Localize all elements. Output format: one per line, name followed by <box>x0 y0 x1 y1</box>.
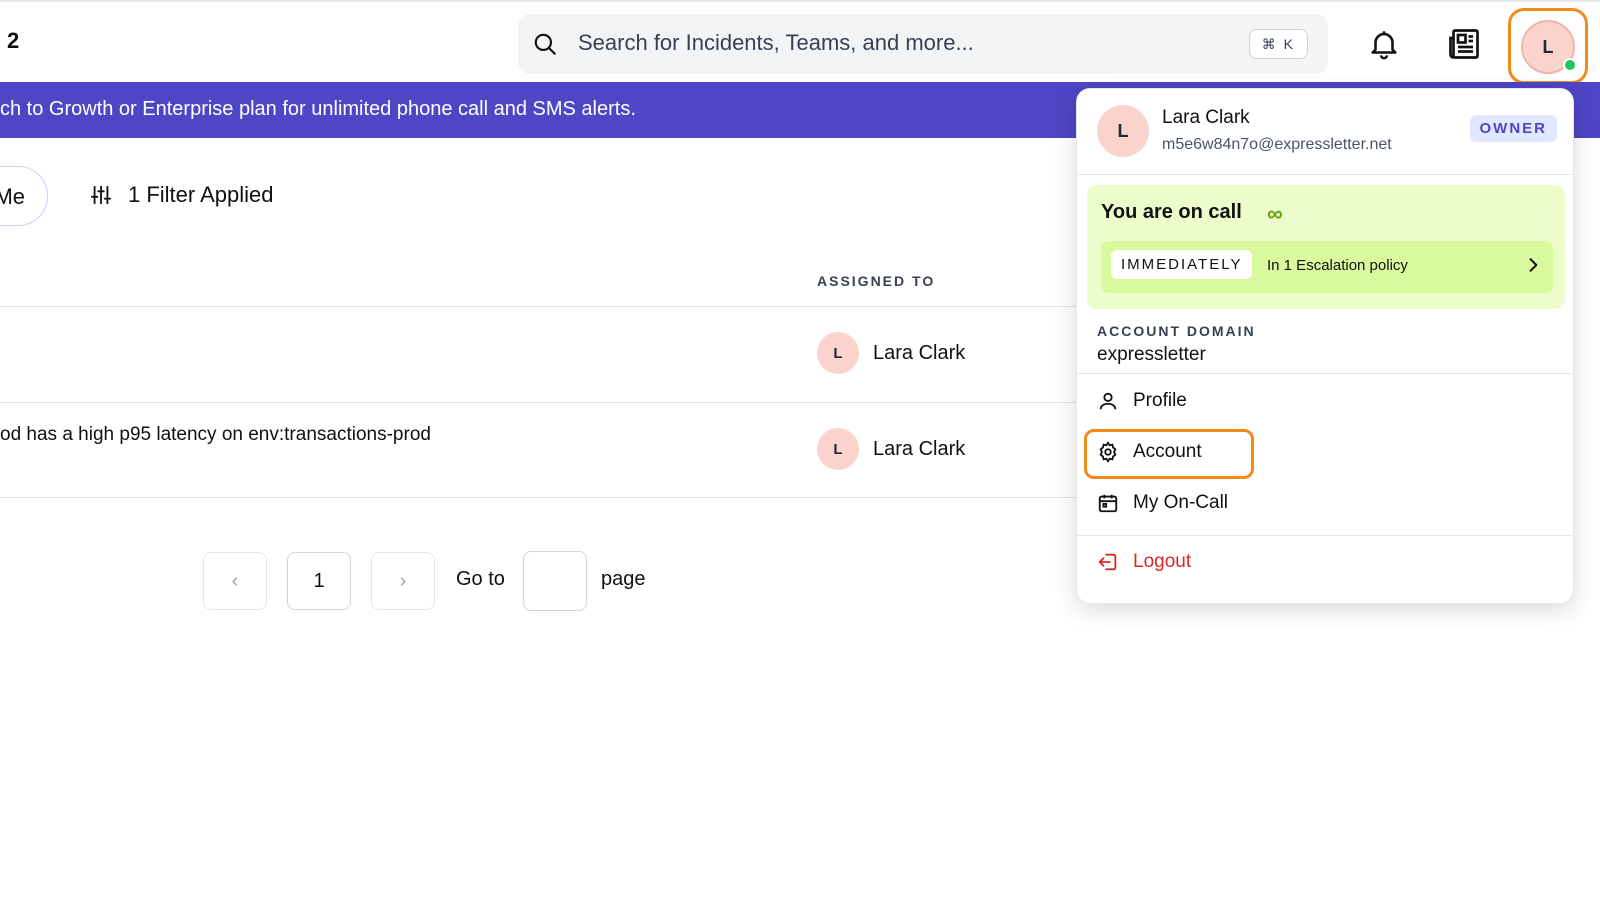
account-domain-value: expressletter <box>1097 344 1206 365</box>
calendar-icon <box>1098 494 1118 513</box>
user-email: m5e6w84n7o@expressletter.net <box>1162 136 1392 153</box>
top-bar: 2 Search for Incidents, Teams, and more.… <box>0 0 1600 84</box>
menu-item-label: My On-Call <box>1133 492 1229 513</box>
menu-item-logout[interactable]: Logout <box>1097 551 1191 573</box>
online-status-dot <box>1563 58 1577 72</box>
search-bar[interactable]: Search for Incidents, Teams, and more...… <box>518 14 1328 74</box>
filter-label: 1 Filter Applied <box>128 182 274 207</box>
filter-button[interactable]: 1 Filter Applied <box>90 182 274 208</box>
assignee-name: Lara Clark <box>873 437 966 460</box>
logout-icon <box>1098 553 1117 571</box>
prev-page-button[interactable]: ‹ <box>203 552 267 610</box>
notifications-button[interactable] <box>1362 22 1406 66</box>
assigned-to-me-filter[interactable]: Me <box>0 166 48 226</box>
chevron-left-icon: ‹ <box>231 569 239 592</box>
role-badge: OWNER <box>1469 115 1557 142</box>
page-count: 2 <box>7 28 20 53</box>
goto-page-input[interactable] <box>523 551 587 611</box>
assigned-to-column-header: ASSIGNED TO <box>817 273 936 289</box>
user-name: Lara Clark <box>1162 107 1250 128</box>
menu-divider <box>1077 535 1573 536</box>
oncall-title: You are on call <box>1101 201 1242 223</box>
escalation-description: In 1 Escalation policy <box>1267 257 1408 274</box>
user-menu-dropdown: L Lara Clark m5e6w84n7o@expressletter.ne… <box>1076 88 1574 604</box>
gear-icon <box>1099 441 1117 463</box>
page-label: page <box>601 568 646 590</box>
menu-divider <box>1077 373 1573 374</box>
menu-item-profile[interactable]: Profile <box>1097 389 1187 413</box>
account-domain-label: ACCOUNT DOMAIN <box>1097 323 1256 339</box>
incident-title[interactable]: od has a high p95 latency on env:transac… <box>0 424 431 446</box>
search-input[interactable]: Search for Incidents, Teams, and more... <box>578 30 974 56</box>
chevron-right-icon <box>1529 258 1538 272</box>
table-divider <box>0 306 1100 307</box>
oncall-card: You are on call ∞ IMMEDIATELY In 1 Escal… <box>1087 185 1565 309</box>
oncall-timing-badge: IMMEDIATELY <box>1111 250 1253 279</box>
menu-item-label: Account <box>1133 441 1202 462</box>
search-icon <box>534 33 556 55</box>
user-icon <box>1099 392 1117 410</box>
infinity-icon: ∞ <box>1267 201 1283 226</box>
chevron-right-icon: › <box>399 569 407 592</box>
avatar: L <box>817 428 859 470</box>
changelog-button[interactable] <box>1442 22 1486 66</box>
avatar: L <box>817 332 859 374</box>
assignee: L Lara Clark <box>817 428 965 470</box>
me-filter-label: Me <box>0 184 25 209</box>
user-info: L Lara Clark m5e6w84n7o@expressletter.ne… <box>1077 89 1573 175</box>
assignee-name: Lara Clark <box>873 341 966 364</box>
goto-label: Go to <box>456 568 505 590</box>
menu-item-label: Profile <box>1133 390 1187 411</box>
avatar: L <box>1097 105 1149 157</box>
user-avatar-button[interactable]: L <box>1508 8 1588 84</box>
escalation-policy-link[interactable]: IMMEDIATELY In 1 Escalation policy <box>1101 241 1553 293</box>
current-page-button[interactable]: 1 <box>287 552 351 610</box>
table-divider <box>0 497 1100 498</box>
next-page-button[interactable]: › <box>371 552 435 610</box>
menu-item-account[interactable]: Account <box>1097 441 1202 463</box>
table-divider <box>0 402 1100 403</box>
menu-item-label: Logout <box>1133 551 1192 572</box>
bell-icon <box>1371 31 1397 60</box>
search-shortcut-badge: ⌘ K <box>1248 29 1308 59</box>
sliders-icon <box>90 185 112 205</box>
banner-text: ch to Growth or Enterprise plan for unli… <box>0 98 636 120</box>
newspaper-icon <box>1449 29 1479 59</box>
assignee: L Lara Clark <box>817 332 965 374</box>
menu-item-my-oncall[interactable]: My On-Call <box>1097 492 1228 514</box>
